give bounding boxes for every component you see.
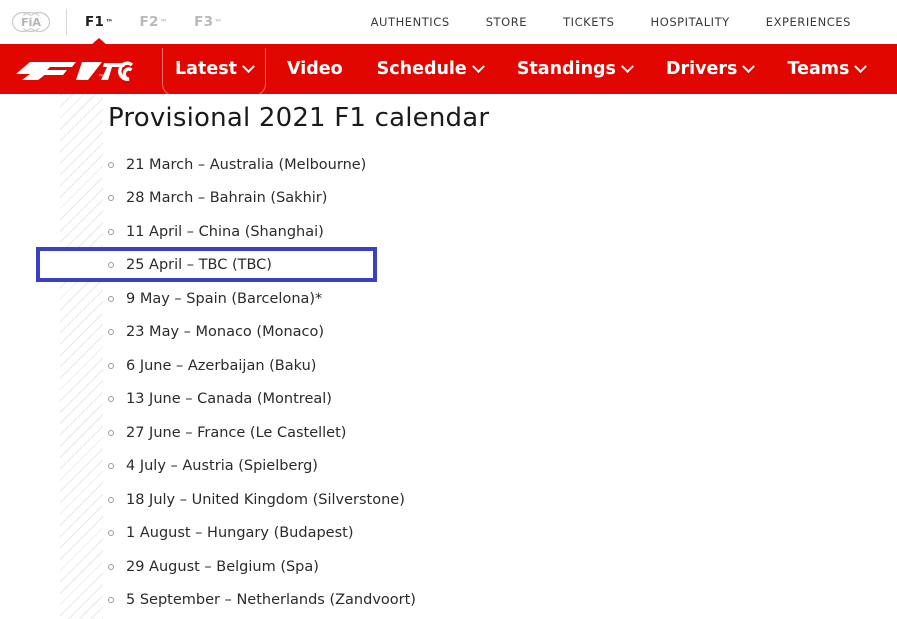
calendar-item-label: 28 March – Bahrain (Sakhir) bbox=[126, 190, 328, 207]
list-bullet-icon bbox=[108, 530, 114, 537]
article-body: Provisional 2021 F1 calendar 21 March – … bbox=[0, 94, 897, 617]
nav-item-video-label: Video bbox=[286, 59, 343, 79]
calendar-list-item: 5 September – Netherlands (Zandvoort) bbox=[108, 583, 897, 617]
list-bullet-icon bbox=[108, 563, 114, 570]
nav-item-drivers-label: Drivers bbox=[665, 59, 738, 79]
calendar-item-label: 18 July – United Kingdom (Silverstone) bbox=[126, 491, 405, 508]
nav-item-teams[interactable]: Teams bbox=[770, 44, 882, 94]
calendar-list-item: 27 June – France (Le Castellet) bbox=[108, 416, 897, 450]
top-utility-links: AUTHENTICS STORE TICKETS HOSPITALITY EXP… bbox=[371, 15, 885, 29]
trademark-symbol: ™ bbox=[159, 17, 169, 27]
nav-item-latest-label: Latest bbox=[175, 59, 237, 79]
nav-item-drivers[interactable]: Drivers bbox=[649, 44, 770, 94]
f1-70-logo-icon: ™ bbox=[16, 61, 134, 81]
nav-item-teams-label: Teams bbox=[787, 59, 850, 79]
top-utility-bar: FiA F1 ™ F2 ™ F3 ™ AUTHENTICS STORE TICKETS… bbox=[0, 0, 897, 45]
list-bullet-icon bbox=[108, 429, 114, 436]
chevron-down-icon bbox=[621, 59, 634, 73]
calendar-item-label: 11 April – China (Shanghai) bbox=[126, 223, 324, 240]
top-link-store[interactable]: STORE bbox=[486, 15, 527, 29]
f1-logo[interactable]: ™ bbox=[14, 54, 136, 84]
nav-item-schedule-label: Schedule bbox=[376, 59, 467, 79]
series-tabs: F1 ™ F2 ™ F3 ™ bbox=[85, 0, 223, 45]
list-bullet-icon bbox=[108, 362, 114, 369]
calendar-list-item: 18 July – United Kingdom (Silverstone) bbox=[108, 483, 897, 517]
chevron-down-icon bbox=[854, 59, 868, 73]
fia-logo[interactable]: FiA bbox=[10, 9, 52, 35]
list-bullet-icon bbox=[108, 396, 114, 403]
nav-item-video[interactable]: Video bbox=[270, 44, 360, 94]
nav-item-standings[interactable]: Standings bbox=[500, 44, 649, 94]
page-title: Provisional 2021 F1 calendar bbox=[108, 103, 490, 133]
calendar-item-label: 21 March – Australia (Melbourne) bbox=[126, 156, 367, 173]
chevron-down-icon bbox=[742, 59, 756, 73]
calendar-list-item: 28 March – Bahrain (Sakhir) bbox=[108, 181, 897, 215]
list-bullet-icon bbox=[108, 262, 114, 269]
calendar-item-label: 25 April – TBC (TBC) bbox=[126, 257, 272, 274]
calendar-list-item: 9 May – Spain (Barcelona)* bbox=[108, 282, 897, 316]
calendar-item-label: 29 August – Belgium (Spa) bbox=[126, 558, 319, 575]
nav-item-gaming[interactable]: Gaming bbox=[882, 44, 897, 94]
series-tab-f1-label: F1 bbox=[85, 14, 105, 30]
main-navigation-bar: ™ Latest Video Schedule Standings Driver… bbox=[0, 44, 897, 94]
calendar-item-label: 27 June – France (Le Castellet) bbox=[126, 424, 347, 441]
trademark-symbol: ™ bbox=[214, 17, 223, 27]
calendar-list-item: 29 August – Belgium (Spa) bbox=[108, 550, 897, 584]
chevron-down-icon bbox=[471, 59, 485, 73]
calendar-item-label: 13 June – Canada (Montreal) bbox=[126, 391, 332, 408]
top-link-authentics[interactable]: AUTHENTICS bbox=[371, 15, 450, 29]
series-tab-f3-label: F3 bbox=[194, 14, 214, 30]
calendar-list-item: 6 June – Azerbaijan (Baku) bbox=[108, 349, 897, 383]
calendar-list-item: 25 April – TBC (TBC) bbox=[108, 248, 897, 282]
svg-text:FiA: FiA bbox=[21, 16, 41, 29]
calendar-list-item: 1 August – Hungary (Budapest) bbox=[108, 516, 897, 550]
list-bullet-icon bbox=[108, 161, 114, 168]
calendar-list-item: 13 June – Canada (Montreal) bbox=[108, 382, 897, 416]
list-bullet-icon bbox=[108, 228, 114, 235]
top-link-hospitality[interactable]: HOSPITALITY bbox=[651, 15, 730, 29]
calendar-item-label: 4 July – Austria (Spielberg) bbox=[126, 458, 318, 475]
nav-item-latest[interactable]: Latest bbox=[158, 44, 270, 94]
calendar-item-label: 23 May – Monaco (Monaco) bbox=[126, 324, 325, 341]
series-tab-f2-label: F2 bbox=[139, 14, 159, 30]
list-bullet-icon bbox=[108, 329, 114, 336]
main-nav-items: Latest Video Schedule Standings Drivers … bbox=[158, 44, 897, 94]
calendar-list-item: 23 May – Monaco (Monaco) bbox=[108, 315, 897, 349]
topbar-divider bbox=[66, 9, 67, 35]
calendar-item-label: 6 June – Azerbaijan (Baku) bbox=[126, 357, 317, 374]
list-bullet-icon bbox=[108, 463, 114, 470]
list-bullet-icon bbox=[108, 496, 114, 503]
calendar-item-label: 9 May – Spain (Barcelona)* bbox=[126, 290, 323, 307]
series-tab-f3[interactable]: F3 ™ bbox=[194, 0, 223, 44]
calendar-list-item: 11 April – China (Shanghai) bbox=[108, 215, 897, 249]
nav-item-standings-label: Standings bbox=[516, 59, 616, 79]
calendar-list: 21 March – Australia (Melbourne) 28 March… bbox=[108, 148, 897, 617]
trademark-symbol: ™ bbox=[105, 17, 114, 27]
calendar-item-label: 1 August – Hungary (Budapest) bbox=[126, 525, 354, 542]
chevron-down-icon bbox=[242, 59, 255, 73]
list-bullet-icon bbox=[108, 195, 114, 202]
fia-logo-icon: FiA bbox=[11, 11, 51, 33]
calendar-list-item: 4 July – Austria (Spielberg) bbox=[108, 449, 897, 483]
series-tab-f1[interactable]: F1 ™ bbox=[85, 0, 114, 45]
list-bullet-icon bbox=[108, 597, 114, 604]
article-content-area: Provisional 2021 F1 calendar 21 March – … bbox=[0, 94, 897, 619]
top-link-tickets[interactable]: TICKETS bbox=[563, 15, 614, 29]
top-link-experiences[interactable]: EXPERIENCES bbox=[766, 15, 851, 29]
series-tab-f2[interactable]: F2 ™ bbox=[140, 0, 169, 44]
nav-item-schedule[interactable]: Schedule bbox=[360, 44, 500, 94]
list-bullet-icon bbox=[108, 295, 114, 302]
calendar-list-item: 21 March – Australia (Melbourne) bbox=[108, 148, 897, 182]
calendar-item-label: 5 September – Netherlands (Zandvoort) bbox=[126, 592, 416, 609]
